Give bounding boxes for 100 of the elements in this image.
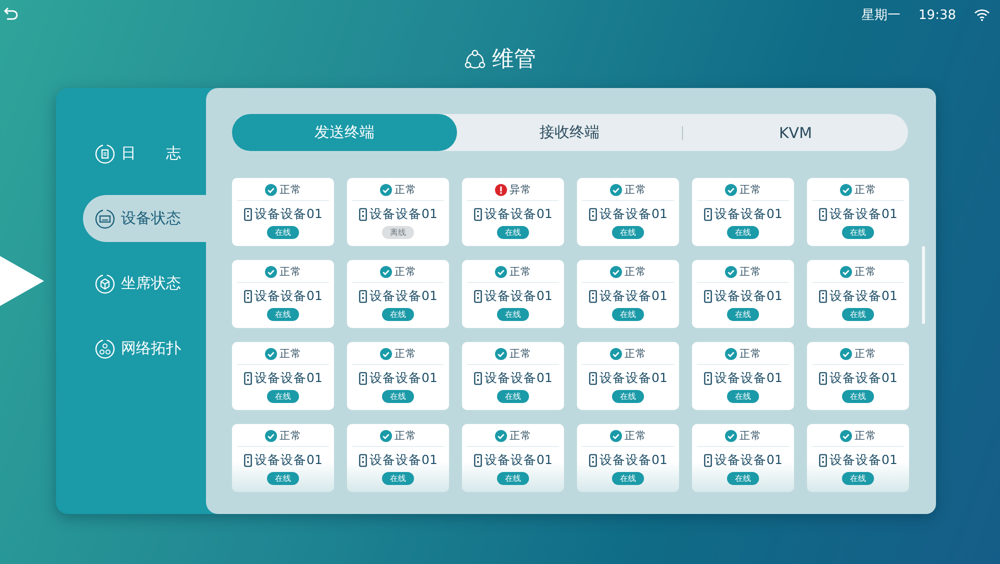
device-card[interactable]: 正常 设备设备01 在线: [232, 178, 334, 246]
device-card[interactable]: 正常 设备设备01 在线: [807, 178, 909, 246]
device-name: 设备设备01: [830, 288, 898, 305]
status-text: 正常: [854, 265, 876, 279]
online-status-badge: 在线: [727, 308, 759, 321]
online-status-badge: 在线: [612, 472, 644, 485]
status-text: 正常: [510, 429, 532, 443]
tab[interactable]: KVM: [683, 114, 908, 151]
device-icon: [244, 372, 252, 385]
nodes-icon: [95, 338, 115, 358]
status-text: 正常: [624, 347, 646, 361]
device-card[interactable]: 正常 设备设备01 在线: [232, 342, 334, 410]
device-card[interactable]: 正常 设备设备01 在线: [462, 260, 564, 328]
pointer-triangle: [0, 256, 44, 306]
device-name: 设备设备01: [254, 206, 322, 223]
device-icon: [244, 290, 252, 303]
device-card[interactable]: 正常 设备设备01 在线: [347, 342, 449, 410]
online-status-badge: 在线: [267, 308, 299, 321]
online-status-badge: 在线: [612, 226, 644, 239]
device-name: 设备设备01: [830, 206, 898, 223]
document-icon: [95, 144, 115, 164]
status-text: 正常: [280, 347, 302, 361]
online-status-badge: 在线: [267, 226, 299, 239]
online-status-badge: 在线: [382, 472, 414, 485]
online-status-badge: 在线: [612, 308, 644, 321]
online-status-badge: 在线: [612, 390, 644, 403]
device-card[interactable]: 正常 设备设备01 在线: [577, 342, 679, 410]
cube-icon: [95, 274, 115, 294]
device-icon: [474, 290, 482, 303]
device-card[interactable]: 正常 设备设备01 在线: [577, 178, 679, 246]
device-card[interactable]: 正常 设备设备01 在线: [692, 342, 794, 410]
status-text: 正常: [394, 429, 416, 443]
status-text: 正常: [740, 347, 762, 361]
online-status-badge: 在线: [382, 308, 414, 321]
page-title: 维管: [492, 46, 536, 74]
online-status-badge: 在线: [497, 226, 529, 239]
device-card[interactable]: 正常 设备设备01 在线: [807, 342, 909, 410]
device-card[interactable]: 正常 设备设备01 在线: [807, 260, 909, 328]
online-status-badge: 在线: [497, 308, 529, 321]
tab[interactable]: 接收终端: [457, 114, 682, 151]
device-name: 设备设备01: [600, 370, 668, 387]
device-card[interactable]: 正常 设备设备01 在线: [577, 260, 679, 328]
status-text: 正常: [624, 429, 646, 443]
device-icon: [818, 208, 827, 221]
device-name: 设备设备01: [370, 452, 438, 469]
device-icon: [358, 290, 367, 303]
device-icon: [358, 372, 367, 385]
online-status-badge: 在线: [842, 390, 874, 403]
device-card[interactable]: 正常 设备设备01 离线: [347, 178, 449, 246]
online-status-badge: 在线: [727, 472, 759, 485]
online-status-badge: 在线: [842, 472, 874, 485]
weekday-text: 星期一: [862, 7, 901, 24]
device-name: 设备设备01: [714, 206, 782, 223]
device-name: 设备设备01: [254, 452, 322, 469]
device-name: 设备设备01: [254, 288, 322, 305]
nodes-icon: [464, 48, 486, 70]
online-status-badge: 在线: [497, 390, 529, 403]
monitor-icon: [95, 208, 115, 228]
device-icon: [818, 372, 827, 385]
device-card[interactable]: 正常 设备设备01 在线: [462, 342, 564, 410]
device-icon: [818, 290, 827, 303]
device-icon: [358, 208, 367, 221]
status-text: 正常: [740, 429, 762, 443]
online-status-badge: 在线: [497, 472, 529, 485]
device-card[interactable]: 正常 设备设备01 在线: [347, 424, 449, 492]
device-name: 设备设备01: [600, 452, 668, 469]
device-card[interactable]: 异常 设备设备01 在线: [462, 178, 564, 246]
status-text: 正常: [624, 183, 646, 197]
device-icon: [704, 208, 712, 221]
device-icon: [704, 290, 712, 303]
device-card[interactable]: 正常 设备设备01 在线: [577, 424, 679, 492]
device-name: 设备设备01: [484, 288, 552, 305]
device-card[interactable]: 正常 设备设备01 在线: [232, 260, 334, 328]
device-icon: [244, 454, 252, 467]
device-card[interactable]: 正常 设备设备01 在线: [807, 424, 909, 492]
device-name: 设备设备01: [830, 370, 898, 387]
device-name: 设备设备01: [484, 370, 552, 387]
status-text: 正常: [854, 183, 876, 197]
device-name: 设备设备01: [370, 206, 438, 223]
device-card[interactable]: 正常 设备设备01 在线: [232, 424, 334, 492]
device-name: 设备设备01: [484, 452, 552, 469]
device-name: 设备设备01: [484, 206, 552, 223]
device-card[interactable]: 正常 设备设备01 在线: [347, 260, 449, 328]
status-text: 正常: [740, 265, 762, 279]
device-card[interactable]: 正常 设备设备01 在线: [462, 424, 564, 492]
status-text: 正常: [740, 183, 762, 197]
device-name: 设备设备01: [714, 370, 782, 387]
wifi-icon: [974, 9, 990, 21]
device-card[interactable]: 正常 设备设备01 在线: [692, 178, 794, 246]
device-icon: [474, 208, 482, 221]
device-card[interactable]: 正常 设备设备01 在线: [692, 424, 794, 492]
device-name: 设备设备01: [714, 288, 782, 305]
device-icon: [358, 454, 367, 467]
scrollbar[interactable]: [922, 246, 925, 324]
online-status-badge: 在线: [727, 226, 759, 239]
status-text: 异常: [510, 183, 532, 197]
device-icon: [588, 454, 597, 467]
sidebar-item[interactable]: 设备状态: [83, 195, 206, 242]
device-card[interactable]: 正常 设备设备01 在线: [692, 260, 794, 328]
device-icon: [588, 208, 597, 221]
